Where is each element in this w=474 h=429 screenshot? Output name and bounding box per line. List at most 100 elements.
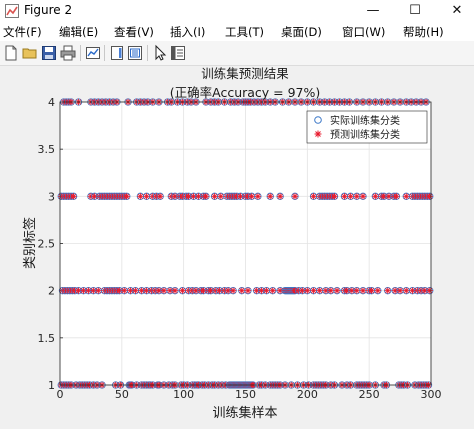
predicted-point — [327, 287, 335, 294]
predicted-point — [137, 193, 144, 200]
menu-edit[interactable]: 编辑(E) — [59, 24, 98, 40]
y-tick-label: 2.5 — [38, 238, 56, 251]
predicted-point — [426, 287, 433, 294]
title-bar: Figure 2 — ☐ ✕ — [0, 0, 474, 23]
menu-tools[interactable]: 工具(T) — [225, 24, 264, 40]
predicted-point — [393, 193, 400, 200]
predicted-point — [396, 287, 404, 294]
close-button[interactable]: ✕ — [440, 0, 474, 22]
predicted-point — [310, 193, 317, 200]
maximize-button[interactable]: ☐ — [398, 0, 432, 22]
predicted-point — [160, 287, 168, 294]
predicted-point — [341, 193, 348, 200]
toolbar-separator — [80, 45, 81, 61]
figure-area: 0 50 100 150 200 250 300 1 1.5 2 2.5 3 3.5 4 训练集预测结果 … — [0, 66, 474, 425]
print-icon[interactable] — [59, 44, 77, 62]
toolbar — [0, 41, 474, 66]
predicted-point — [384, 287, 391, 294]
save-icon[interactable] — [40, 44, 58, 62]
predicted-point — [403, 287, 410, 294]
predicted-point — [244, 287, 252, 294]
predicted-point — [179, 287, 186, 294]
y-axis-label: 类别标签 — [22, 217, 38, 269]
predicted-point — [238, 287, 245, 294]
predicted-point — [123, 193, 130, 200]
menu-view[interactable]: 查看(V) — [114, 24, 154, 40]
predicted-point — [359, 287, 367, 294]
pointer-icon[interactable] — [151, 44, 169, 62]
predicted-point — [426, 193, 433, 200]
predicted-point — [202, 193, 210, 200]
menu-bar: 文件(F) 编辑(E) 查看(V) 插入(I) 工具(T) 桌面(D) 窗口(W… — [0, 22, 474, 41]
predicted-point — [254, 193, 262, 200]
menu-insert[interactable]: 插入(I) — [170, 24, 205, 40]
matlab-figure-icon — [5, 4, 19, 18]
menu-file[interactable]: 文件(F) — [3, 24, 42, 40]
predicted-point — [95, 287, 102, 294]
predicted-point — [70, 193, 77, 200]
legend-icon[interactable] — [126, 44, 144, 62]
minimize-button[interactable]: — — [356, 0, 390, 22]
predicted-point — [121, 287, 128, 294]
predicted-point — [171, 287, 179, 294]
y-tick-label: 2 — [48, 285, 55, 298]
toolbar-separator — [104, 45, 105, 61]
scatter-chart[interactable]: 0 50 100 150 200 250 30011.522.533.54 训练集预测结果 … — [0, 66, 474, 425]
predicted-point — [316, 287, 323, 294]
maximize-icon: ☐ — [409, 3, 421, 18]
predicted-point — [217, 193, 224, 200]
y-tick-label: 1.5 — [38, 332, 56, 345]
y-tick-label: 4 — [48, 96, 55, 109]
x-tick-label: 50 — [115, 388, 129, 401]
menu-window[interactable]: 窗口(W) — [342, 24, 385, 40]
x-tick-label: 100 — [173, 388, 194, 401]
predicted-point — [143, 193, 150, 200]
predicted-point — [229, 287, 237, 294]
x-tick-label: 300 — [421, 388, 442, 401]
predicted-point — [310, 287, 317, 294]
predicted-point — [156, 193, 164, 200]
predicted-point — [368, 287, 375, 294]
x-axis-label: 训练集样本 — [212, 405, 277, 421]
predicted-point — [263, 287, 270, 294]
predicted-point — [353, 287, 360, 294]
legend-actual-label: 实际训练集分类 — [330, 114, 400, 127]
minimize-icon: — — [366, 3, 380, 18]
predicted-point — [333, 287, 341, 294]
predicted-point — [374, 287, 382, 294]
x-tick-label: 250 — [359, 388, 380, 401]
predicted-point — [267, 193, 274, 200]
predicted-point — [132, 287, 139, 294]
legend-predicted-label: 预测训练集分类 — [330, 128, 400, 141]
close-icon: ✕ — [451, 3, 463, 18]
x-tick-label: 200 — [297, 388, 318, 401]
y-tick-label: 3.5 — [38, 143, 56, 156]
predicted-point — [359, 193, 367, 200]
predicted-point — [372, 193, 379, 200]
property-editor-icon[interactable] — [169, 44, 187, 62]
colorbar-icon[interactable] — [108, 44, 126, 62]
predicted-point — [331, 193, 338, 200]
window-title: Figure 2 — [24, 3, 73, 17]
open-file-icon[interactable] — [21, 44, 39, 62]
legend-predicted-marker — [314, 130, 322, 138]
toolbar-separator — [147, 45, 148, 61]
x-tick-label: 0 — [57, 388, 64, 401]
predicted-point — [353, 193, 360, 200]
x-tick-label: 150 — [235, 388, 256, 401]
menu-desktop[interactable]: 桌面(D) — [281, 24, 322, 40]
predicted-point — [304, 287, 311, 294]
menu-help[interactable]: 帮助(H) — [403, 24, 444, 40]
predicted-point — [248, 193, 255, 200]
y-tick-label: 1 — [48, 379, 55, 392]
legend[interactable]: 实际训练集分类 预测训练集分类 — [306, 110, 428, 144]
predicted-point — [269, 287, 276, 294]
predicted-point — [276, 193, 284, 200]
predicted-point — [403, 193, 410, 200]
predicted-point — [211, 193, 218, 200]
link-plot-icon[interactable] — [84, 44, 102, 62]
new-figure-icon[interactable] — [2, 44, 20, 62]
y-tick-label: 3 — [48, 190, 55, 203]
chart-title: 训练集预测结果 — [201, 66, 289, 81]
predicted-point — [291, 193, 299, 200]
